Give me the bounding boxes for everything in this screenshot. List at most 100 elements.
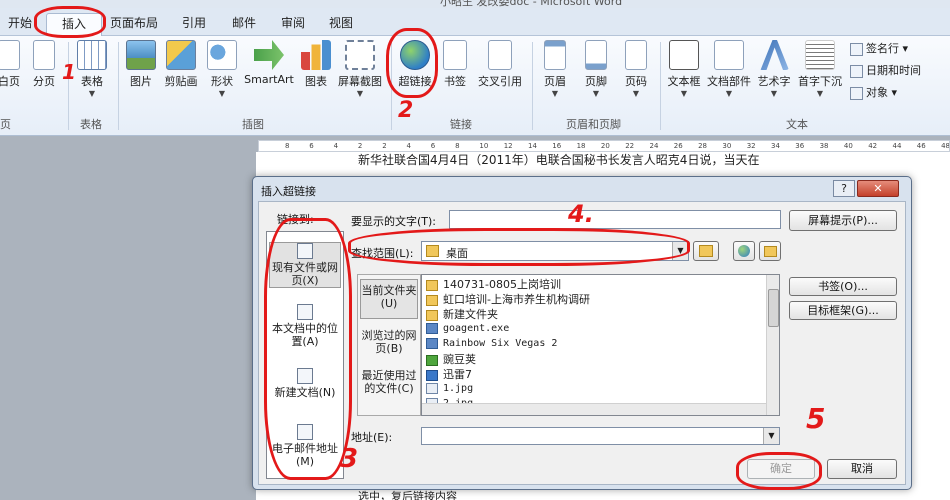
picture-icon	[126, 40, 156, 70]
tab-page-layout[interactable]: 页面布局	[104, 13, 164, 36]
quick-parts-button[interactable]: 文档部件 ▼	[704, 40, 754, 99]
bookmark-dialog-button[interactable]: 书签(O)...	[789, 277, 897, 296]
annotation-circle-hyperlink	[386, 28, 438, 98]
dropdown-arrow-icon: ▼	[816, 89, 824, 98]
drop-cap-icon	[805, 40, 835, 70]
folder-icon	[426, 279, 438, 291]
table-icon	[77, 40, 107, 70]
ruler-tick-label: 26	[673, 142, 683, 150]
wordart-button[interactable]: 艺术字 ▼	[754, 40, 794, 99]
tab-mailings[interactable]: 邮件	[224, 13, 264, 36]
footer-icon	[585, 40, 607, 70]
table-button[interactable]: 表格 ▼	[74, 40, 110, 99]
list-item[interactable]: 豌豆荚	[426, 351, 476, 366]
object-icon	[850, 86, 863, 100]
ruler-tick-label: 10	[479, 142, 489, 150]
exe-file-icon	[426, 337, 438, 349]
file-list[interactable]: 140731-0805上岗培训 虹口培训-上海市养生机构调研 新建文件夹 goa…	[421, 274, 780, 416]
picture-button[interactable]: 图片	[124, 40, 158, 89]
ruler-tick-label: 44	[892, 142, 902, 150]
ruler-tick-label: 46	[916, 142, 926, 150]
dropdown-arrow-icon: ▼	[632, 89, 640, 98]
recent-files-button[interactable]: 最近使用过的文件(C)	[360, 367, 418, 411]
ruler-tick-label: 48	[941, 142, 950, 150]
dropdown-arrow-icon: ▼	[218, 89, 226, 98]
browse-web-button[interactable]	[733, 241, 755, 261]
clipart-button[interactable]: 剪贴画	[160, 40, 202, 89]
list-item[interactable]: Rainbow Six Vegas 2	[426, 336, 557, 351]
vertical-scrollbar[interactable]	[766, 275, 779, 415]
scroll-thumb[interactable]	[768, 289, 779, 327]
browse-file-button[interactable]	[759, 241, 781, 261]
ruler-tick-label: 32	[746, 142, 756, 150]
browsed-pages-button[interactable]: 浏览过的网页(B)	[360, 327, 418, 359]
calendar-icon	[850, 64, 863, 78]
header-icon	[544, 40, 566, 70]
ruler-tick-label: 40	[843, 142, 853, 150]
target-frame-button[interactable]: 目标框架(G)...	[789, 301, 897, 320]
bookmark-button[interactable]: 书签	[438, 40, 472, 89]
group-divider	[660, 42, 661, 130]
annotation-number: 5	[806, 402, 826, 435]
browse-sidebar: 当前文件夹(U) 浏览过的网页(B) 最近使用过的文件(C)	[357, 274, 421, 416]
list-item[interactable]: goagent.exe	[426, 321, 509, 336]
open-folder-icon	[763, 246, 777, 257]
tab-home[interactable]: 开始	[2, 13, 38, 36]
help-button[interactable]: ?	[833, 180, 855, 197]
address-input[interactable]: ▼	[421, 427, 780, 445]
folder-icon	[426, 294, 438, 306]
cancel-button[interactable]: 取消	[827, 459, 897, 479]
footer-button[interactable]: 页脚 ▼	[578, 40, 614, 99]
header-button[interactable]: 页眉 ▼	[536, 40, 574, 99]
screenshot-icon	[345, 40, 375, 70]
object-button[interactable]: 对象 ▾	[850, 84, 897, 100]
ruler-tick-label: 28	[698, 142, 708, 150]
group-label-links: 链接	[450, 118, 472, 131]
wordart-icon	[760, 40, 789, 70]
smartart-icon	[254, 40, 284, 70]
screentip-button[interactable]: 屏幕提示(P)...	[789, 210, 897, 231]
list-item[interactable]: 迅雷7	[426, 366, 472, 381]
dropdown-arrow-icon: ▼	[592, 89, 600, 98]
screenshot-button[interactable]: 屏幕截图 ▼	[334, 40, 386, 99]
ruler-tick-label: 42	[868, 142, 878, 150]
window-title: 小昭生 发改委doc - Microsoft Word	[440, 0, 623, 8]
list-item[interactable]: 虹口培训-上海市养生机构调研	[426, 291, 590, 306]
blank-page-button[interactable]: 白页	[0, 40, 22, 89]
tab-references[interactable]: 引用	[172, 13, 216, 36]
smartart-button[interactable]: SmartArt	[240, 40, 298, 86]
document-line: 新华社联合国4月4日（2011年）电联合国秘书长发言人昭克4日说，当天在	[358, 153, 760, 167]
annotation-circle-lookin	[348, 228, 690, 266]
signature-line-button[interactable]: 签名行 ▾	[850, 40, 908, 56]
ruler-tick-label: 2	[357, 142, 363, 150]
group-divider	[118, 42, 119, 130]
page-number-icon	[625, 40, 647, 70]
display-text-input[interactable]	[449, 210, 781, 229]
page-number-button[interactable]: 页码 ▼	[618, 40, 654, 99]
group-label-header-footer: 页眉和页脚	[566, 118, 621, 131]
list-item[interactable]: 1.jpg	[426, 381, 473, 396]
date-time-button[interactable]: 日期和时间	[850, 62, 921, 78]
cross-reference-button[interactable]: 交叉引用	[474, 40, 526, 89]
tab-review[interactable]: 审阅	[272, 13, 314, 36]
chevron-down-icon[interactable]: ▼	[763, 428, 779, 444]
textbox-button[interactable]: 文本框 ▼	[664, 40, 704, 99]
current-folder-button[interactable]: 当前文件夹(U)	[360, 279, 418, 319]
chart-icon	[301, 40, 331, 70]
annotation-circle-insert-tab	[34, 6, 106, 38]
horizontal-scrollbar[interactable]	[422, 403, 766, 415]
exe-file-icon	[426, 322, 438, 334]
cross-reference-icon	[488, 40, 512, 70]
tab-view[interactable]: 视图	[320, 13, 362, 36]
page-break-button[interactable]: 分页	[28, 40, 60, 89]
dropdown-arrow-icon: ▼	[680, 89, 688, 98]
chart-button[interactable]: 图表	[298, 40, 334, 89]
shapes-button[interactable]: 形状 ▼	[204, 40, 240, 99]
list-item[interactable]: 140731-0805上岗培训	[426, 276, 561, 291]
close-button[interactable]: ✕	[857, 180, 899, 197]
list-item[interactable]: 新建文件夹	[426, 306, 498, 321]
ruler-tick-label: 38	[819, 142, 829, 150]
address-label: 地址(E):	[351, 431, 393, 444]
up-folder-button[interactable]	[693, 241, 719, 261]
drop-cap-button[interactable]: 首字下沉 ▼	[796, 40, 844, 99]
